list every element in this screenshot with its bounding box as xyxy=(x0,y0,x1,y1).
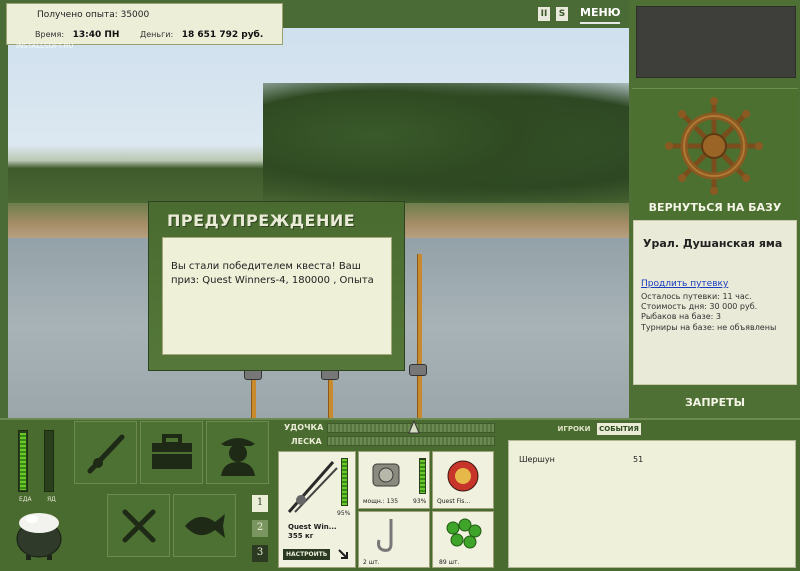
pause-button[interactable]: II xyxy=(538,7,550,21)
sound-button[interactable]: S xyxy=(556,7,568,21)
player-stats-panel: Получено опыта: 35000 Время: 13:40 ПН Де… xyxy=(6,3,283,45)
tackle-box-icon xyxy=(151,433,192,469)
rod-item-icon xyxy=(287,461,338,513)
hook-count: 2 шт. xyxy=(363,559,380,566)
lure-slot[interactable]: Quest Fis... xyxy=(432,451,494,509)
lure-name: Quest Fis... xyxy=(437,498,471,505)
hook-slot[interactable]: 2 шт. xyxy=(358,511,430,568)
location-title: Урал. Душанская яма xyxy=(643,237,783,250)
page-button-2[interactable]: 2 xyxy=(252,520,268,537)
poison-label: ЯД xyxy=(47,496,56,503)
reel-condition-bar xyxy=(419,458,426,494)
bait-slot[interactable]: 89 шт. xyxy=(432,511,494,568)
rod-gauge-label: УДОЧКА xyxy=(284,423,324,432)
food-bar xyxy=(18,430,28,492)
setup-button[interactable]: НАСТРОИТЬ xyxy=(283,549,331,560)
time-money-row: Время: 13:40 ПН Деньги: 18 651 792 руб. xyxy=(35,30,263,40)
tab-players[interactable]: ИГРОКИ xyxy=(555,423,593,435)
money-value: 18 651 792 руб. xyxy=(181,30,264,40)
food-pot-icon[interactable] xyxy=(14,505,64,561)
menu-button[interactable]: МЕНЮ xyxy=(580,6,621,24)
tackle-box-tile[interactable] xyxy=(140,421,203,484)
tab-events[interactable]: СОБЫТИЯ xyxy=(597,423,641,435)
reel-power: мощн.: 135 xyxy=(363,498,399,505)
fishers-count-text: Рыбаков на базе: 3 xyxy=(641,312,721,321)
line-gauge-label: ЛЕСКА xyxy=(291,437,322,446)
location-info-panel: Урал. Душанская яма Продлить путевку Ост… xyxy=(633,220,797,385)
ship-wheel-icon[interactable] xyxy=(664,96,764,196)
rod-tile[interactable] xyxy=(74,421,137,484)
fish-tile[interactable] xyxy=(173,494,236,557)
lure-icon xyxy=(447,460,479,492)
food-label: ЕДА xyxy=(19,496,32,503)
bans-button[interactable]: ЗАПРЕТЫ xyxy=(640,396,790,409)
reel-slot[interactable]: мощн.: 135 93% xyxy=(358,451,430,509)
fisherman-tile[interactable] xyxy=(206,421,269,484)
watermark-text: INSTALLSOFT.RU xyxy=(16,42,74,50)
eat-tile[interactable] xyxy=(107,494,170,557)
event-player-name: Шершун xyxy=(519,455,555,464)
reel-icon xyxy=(372,463,400,487)
experience-text: Получено опыта: 35000 xyxy=(37,10,150,20)
rod-slot[interactable]: 95% Quest Win... 355 кг НАСТРОИТЬ xyxy=(278,451,356,568)
event-player-value: 51 xyxy=(633,455,644,464)
hook-icon xyxy=(377,519,393,552)
money-label: Деньги: xyxy=(139,30,174,39)
minimap[interactable] xyxy=(636,6,796,78)
page-button-3[interactable]: 3 xyxy=(252,545,268,562)
fish-icon xyxy=(184,513,225,538)
rod-stand-1[interactable] xyxy=(251,374,256,418)
dialog-message: Вы стали победителем квеста! Ваш приз: Q… xyxy=(162,237,392,355)
poison-bar xyxy=(44,430,54,492)
time-value: 13:40 ПН xyxy=(72,30,120,40)
rod-condition-bar xyxy=(341,458,348,506)
rod-name: Quest Win... xyxy=(288,523,337,531)
trip-left-text: Осталось путевки: 11 час. xyxy=(641,292,752,301)
fisherman-icon xyxy=(220,437,255,476)
reel-percent: 93% xyxy=(413,498,427,505)
rod-stand-2[interactable] xyxy=(328,374,333,418)
extend-trip-link[interactable]: Продлить путевку xyxy=(641,279,728,289)
events-list: Шершун 51 xyxy=(508,440,796,568)
day-cost-text: Стоимость дня: 30 000 руб. xyxy=(641,302,758,311)
tree-line xyxy=(263,83,629,213)
rod-percent: 95% xyxy=(337,510,351,517)
gauge-marker-icon xyxy=(408,420,420,434)
events-panel: ИГРОКИ СОБЫТИЯ Шершун 51 xyxy=(503,420,800,571)
fishing-rod-icon xyxy=(87,434,124,473)
warning-dialog[interactable]: ПРЕДУПРЕЖДЕНИЕ Вы стали победителем квес… xyxy=(148,201,405,371)
line-tension-gauge xyxy=(327,436,495,446)
page-button-1[interactable]: 1 xyxy=(252,495,268,512)
time-label: Время: xyxy=(35,30,65,39)
knife-fork-icon xyxy=(122,509,155,542)
tournaments-text: Турниры на базе: не объявлены xyxy=(641,323,777,332)
peas-bait-icon xyxy=(446,518,482,549)
rod-weight: 355 кг xyxy=(288,532,314,540)
equipment-panel: 95% Quest Win... 355 кг НАСТРОИТЬ мощн.:… xyxy=(278,451,498,569)
bait-count: 89 шт. xyxy=(439,559,460,566)
arrow-down-right-icon[interactable] xyxy=(337,548,349,560)
dialog-title: ПРЕДУПРЕЖДЕНИЕ xyxy=(167,211,356,230)
food-bar-fill xyxy=(20,433,26,490)
rod-stand-3[interactable] xyxy=(417,254,422,418)
rod-reel-3 xyxy=(409,364,427,376)
return-to-base-button[interactable]: ВЕРНУТЬСЯ НА БАЗУ xyxy=(640,201,790,214)
